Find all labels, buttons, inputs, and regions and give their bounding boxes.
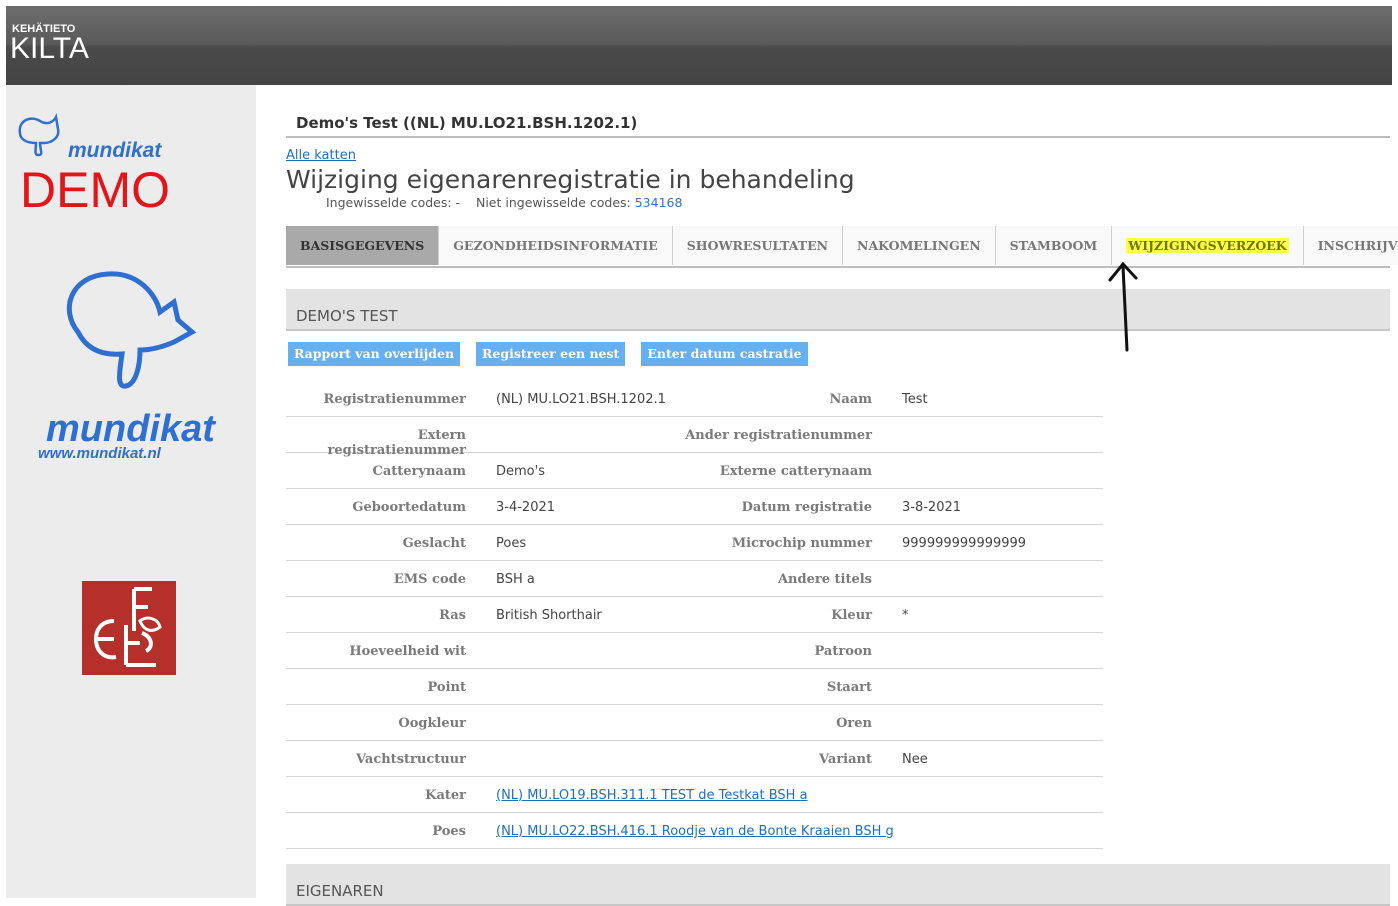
detail-value: 999999999999999 bbox=[902, 536, 1027, 551]
section-header-owners: EIGENAREN bbox=[286, 864, 1390, 906]
detail-label: Geslacht bbox=[402, 536, 466, 551]
detail-row: Extern registratienummer Ander registrati… bbox=[286, 417, 1103, 458]
detail-label: Externe catterynaam bbox=[719, 464, 872, 479]
tab-showresultaten[interactable]: SHOWRESULTATEN bbox=[672, 226, 844, 265]
detail-label: Andere titels bbox=[777, 572, 872, 587]
tab-basisgegevens[interactable]: BASISGEGEVENS bbox=[286, 226, 440, 265]
main-content: Demo's Test ((NL) MU.LO21.BSH.1202.1) Al… bbox=[286, 85, 1398, 906]
brand-title[interactable]: KILTA bbox=[10, 32, 89, 66]
all-cats-link[interactable]: Alle katten bbox=[286, 148, 356, 163]
detail-row: Kater (NL) MU.LO19.BSH.311.1 TEST de Test… bbox=[286, 777, 1103, 813]
tab-bar: BASISGEGEVENS GEZONDHEIDSINFORMATIE SHOW… bbox=[286, 226, 1398, 268]
top-header-bar: KEHÄTIETO KILTA bbox=[6, 6, 1392, 85]
demo-logo-demo-text: DEMO bbox=[20, 162, 170, 218]
detail-label: Vachtstructuur bbox=[356, 752, 466, 767]
not-redeemed-codes-value: 534168 bbox=[634, 195, 683, 210]
detail-value: British Shorthair bbox=[496, 608, 602, 623]
tab-wijzigingsverzoek-label: WIJZIGINGSVERZOEK bbox=[1126, 238, 1289, 253]
detail-row: EMS code BSH a Andere titels bbox=[286, 561, 1103, 597]
mundikat-demo-logo: mundikat DEMO bbox=[10, 105, 210, 215]
mundikat-cat-logo-icon bbox=[66, 271, 197, 389]
tab-gezondheidsinformatie[interactable]: GEZONDHEIDSINFORMATIE bbox=[439, 226, 673, 265]
detail-value: Demo's bbox=[496, 464, 545, 479]
sidebar: mundikat DEMO mundikat www.mundikat.nl bbox=[6, 85, 256, 898]
detail-row: Ras British Shorthair Kleur * bbox=[286, 597, 1103, 633]
detail-value-text: Poes bbox=[496, 536, 527, 551]
parent-link[interactable]: (NL) MU.LO22.BSH.416.1 Roodje van de Bon… bbox=[496, 824, 894, 839]
detail-label: Datum registratie bbox=[741, 500, 872, 515]
detail-label: Patroon bbox=[814, 644, 873, 659]
detail-label: Hoeveelheid wit bbox=[349, 644, 466, 659]
detail-label: Registratienummer bbox=[323, 392, 466, 407]
detail-value: Test bbox=[902, 392, 928, 407]
detail-label: EMS code bbox=[393, 572, 466, 587]
detail-row: Hoeveelheid wit Patroon bbox=[286, 633, 1103, 669]
codes-info: Ingewisselde codes: - Niet ingewisselde … bbox=[326, 195, 682, 210]
castration-date-button[interactable]: Enter datum castratie bbox=[641, 342, 808, 366]
detail-value[interactable]: (NL) MU.LO22.BSH.416.1 Roodje van de Bon… bbox=[496, 824, 894, 839]
detail-label: Poes bbox=[432, 824, 466, 839]
detail-label: Variant bbox=[819, 752, 872, 767]
detail-value: 3-4-2021 bbox=[496, 500, 555, 515]
owners-section-title: EIGENAREN bbox=[296, 882, 384, 900]
detail-value: Poes bbox=[496, 536, 526, 551]
title-divider bbox=[286, 136, 1390, 138]
detail-label: Geboortedatum bbox=[352, 500, 466, 515]
detail-row: Poes (NL) MU.LO22.BSH.416.1 Roodje van de… bbox=[286, 813, 1103, 849]
action-buttons: Rapport van overlijden Registreer een ne… bbox=[288, 342, 808, 366]
detail-label: Kater bbox=[425, 788, 466, 803]
detail-value: * bbox=[902, 608, 909, 623]
status-title: Wijziging eigenarenregistratie in behand… bbox=[286, 165, 855, 194]
detail-label: Oren bbox=[836, 716, 872, 731]
section-title: DEMO'S TEST bbox=[296, 307, 398, 325]
detail-value: (NL) MU.LO21.BSH.1202.1 bbox=[496, 392, 666, 407]
death-report-button[interactable]: Rapport van overlijden bbox=[288, 342, 461, 366]
detail-label: Ander registratienummer bbox=[685, 428, 872, 443]
mundikat-url: www.mundikat.nl bbox=[38, 445, 161, 462]
detail-value: Nee bbox=[902, 752, 928, 767]
tab-stamboom[interactable]: STAMBOOM bbox=[995, 226, 1113, 265]
cat-title: Demo's Test ((NL) MU.LO21.BSH.1202.1) bbox=[296, 114, 638, 132]
detail-label: Naam bbox=[829, 392, 873, 407]
detail-value: BSH a bbox=[496, 572, 535, 587]
detail-label: Catterynaam bbox=[372, 464, 466, 479]
detail-row: Geslacht Poes Microchip nummer 999999999999… bbox=[286, 525, 1103, 561]
section-header-cat: DEMO'S TEST bbox=[286, 289, 1390, 331]
parent-link[interactable]: (NL) MU.LO19.BSH.311.1 TEST de Testkat B… bbox=[496, 788, 808, 803]
detail-label: Point bbox=[427, 680, 467, 695]
tab-nakomelingen[interactable]: NAKOMELINGEN bbox=[843, 226, 996, 265]
not-redeemed-codes-label: Niet ingewisselde codes: bbox=[475, 195, 631, 210]
detail-value-text: BSH a bbox=[496, 572, 535, 587]
fife-emblem-icon bbox=[93, 587, 162, 667]
detail-label: Kleur bbox=[831, 608, 872, 623]
detail-value-text: British Shorthair bbox=[496, 608, 602, 623]
detail-value: 3-8-2021 bbox=[902, 500, 962, 515]
detail-value-text: (NL) MU.LO21.BSH.1202.1 bbox=[496, 392, 666, 407]
mundikat-wordmark: mundikat bbox=[46, 408, 215, 450]
detail-row: Catterynaam Demo's Externe catterynaam bbox=[286, 453, 1103, 489]
detail-value[interactable]: (NL) MU.LO19.BSH.311.1 TEST de Testkat B… bbox=[496, 788, 808, 803]
detail-value-text: Demo's bbox=[496, 464, 545, 479]
detail-row: Registratienummer (NL) MU.LO21.BSH.1202.1… bbox=[286, 381, 1103, 417]
detail-value-text: 3-4-2021 bbox=[496, 500, 556, 515]
detail-label: Staart bbox=[826, 680, 872, 695]
tab-inschrijvingen[interactable]: INSCHRIJVINGEN bbox=[1303, 226, 1398, 265]
detail-row: Point Staart bbox=[286, 669, 1103, 705]
detail-row: Vachtstructuur Variant Nee bbox=[286, 741, 1103, 777]
details-table: Registratienummer (NL) MU.LO21.BSH.1202.1… bbox=[286, 381, 1103, 849]
detail-label: Ras bbox=[439, 608, 466, 623]
detail-row: Geboortedatum 3-4-2021 Datum registratie 3-… bbox=[286, 489, 1103, 525]
detail-row: Oogkleur Oren bbox=[286, 705, 1103, 741]
redeemed-codes: Ingewisselde codes: - bbox=[326, 195, 461, 210]
annotation-arrow-icon bbox=[1108, 261, 1138, 352]
detail-label: Oogkleur bbox=[398, 716, 466, 731]
register-litter-button[interactable]: Registreer een nest bbox=[476, 342, 626, 366]
detail-label: Microchip nummer bbox=[731, 536, 872, 551]
demo-logo-mundikat-text: mundikat bbox=[68, 139, 162, 162]
small-cat-icon bbox=[18, 113, 60, 157]
fife-logo bbox=[82, 581, 176, 675]
